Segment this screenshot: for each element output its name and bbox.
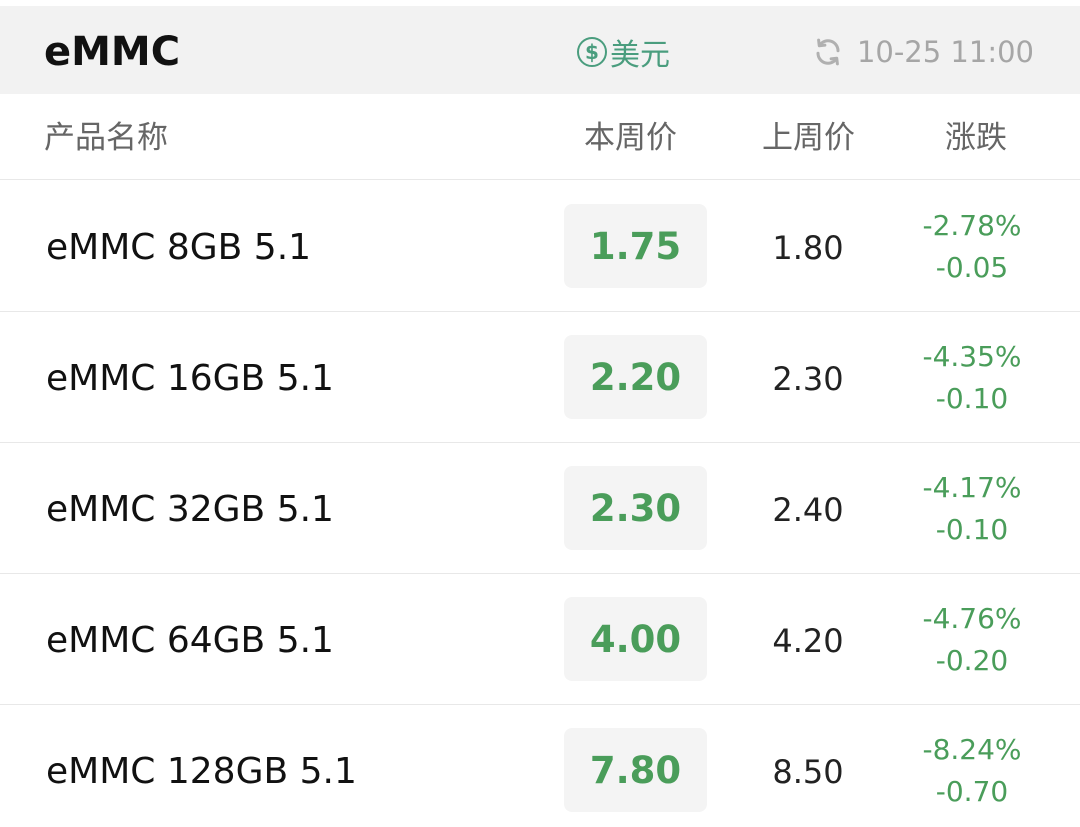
refresh-icon: [816, 38, 840, 66]
change-amount: -0.10: [935, 513, 1009, 546]
change-amount: -0.10: [935, 382, 1009, 415]
this-week-price: 1.75: [564, 204, 707, 288]
column-header-name: 产品名称: [44, 120, 168, 156]
product-name: eMMC 16GB 5.1: [46, 358, 334, 399]
price-change: -4.76% -0.20: [910, 598, 1034, 682]
price-change: -8.24% -0.70: [910, 729, 1034, 813]
header-bar: eMMC $ 美元 10-25 11:00: [0, 6, 1080, 94]
change-percent: -8.24%: [922, 733, 1022, 766]
column-header-last-week[interactable]: 上周价: [762, 118, 855, 158]
change-amount: -0.05: [935, 251, 1009, 284]
product-name: eMMC 128GB 5.1: [46, 751, 357, 792]
product-name: eMMC 32GB 5.1: [46, 489, 334, 530]
product-name: eMMC 64GB 5.1: [46, 620, 334, 661]
table-row[interactable]: eMMC 8GB 5.1 1.75 1.80 -2.78% -0.05: [0, 181, 1080, 312]
dollar-circle-icon: $: [577, 37, 607, 67]
currency-label: 美元: [610, 38, 670, 73]
this-week-price: 2.30: [564, 466, 707, 550]
price-table: eMMC 8GB 5.1 1.75 1.80 -2.78% -0.05 eMMC…: [0, 181, 1080, 827]
change-percent: -4.76%: [922, 602, 1022, 635]
table-row[interactable]: eMMC 32GB 5.1 2.30 2.40 -4.17% -0.10: [0, 443, 1080, 574]
change-percent: -2.78%: [922, 209, 1022, 242]
update-time[interactable]: 10-25 11:00: [813, 32, 1034, 72]
this-week-price: 7.80: [564, 728, 707, 812]
price-page: eMMC $ 美元 10-25 11:00 产品名称 本周价 上周价 涨跌 eM…: [0, 0, 1080, 827]
page-title: eMMC: [44, 29, 181, 75]
price-change: -2.78% -0.05: [910, 205, 1034, 289]
this-week-price: 2.20: [564, 335, 707, 419]
change-percent: -4.17%: [922, 471, 1022, 504]
price-change: -4.17% -0.10: [910, 467, 1034, 551]
table-row[interactable]: eMMC 64GB 5.1 4.00 4.20 -4.76% -0.20: [0, 574, 1080, 705]
change-amount: -0.20: [935, 644, 1009, 677]
change-percent: -4.35%: [922, 340, 1022, 373]
column-header-this-week[interactable]: 本周价: [584, 118, 677, 158]
table-header: 产品名称 本周价 上周价 涨跌: [0, 94, 1080, 180]
product-name: eMMC 8GB 5.1: [46, 227, 312, 268]
last-week-price: 4.20: [772, 622, 844, 660]
column-header-change[interactable]: 涨跌: [945, 118, 1007, 158]
last-week-price: 8.50: [772, 753, 844, 791]
last-week-price: 2.30: [772, 360, 844, 398]
price-change: -4.35% -0.10: [910, 336, 1034, 420]
last-week-price: 2.40: [772, 491, 844, 529]
change-amount: -0.70: [935, 775, 1009, 808]
last-week-price: 1.80: [772, 229, 844, 267]
currency-toggle[interactable]: $ 美元: [577, 32, 670, 73]
table-row[interactable]: eMMC 128GB 5.1 7.80 8.50 -8.24% -0.70: [0, 705, 1080, 827]
update-timestamp: 10-25 11:00: [856, 35, 1034, 69]
this-week-price: 4.00: [564, 597, 707, 681]
table-row[interactable]: eMMC 16GB 5.1 2.20 2.30 -4.35% -0.10: [0, 312, 1080, 443]
